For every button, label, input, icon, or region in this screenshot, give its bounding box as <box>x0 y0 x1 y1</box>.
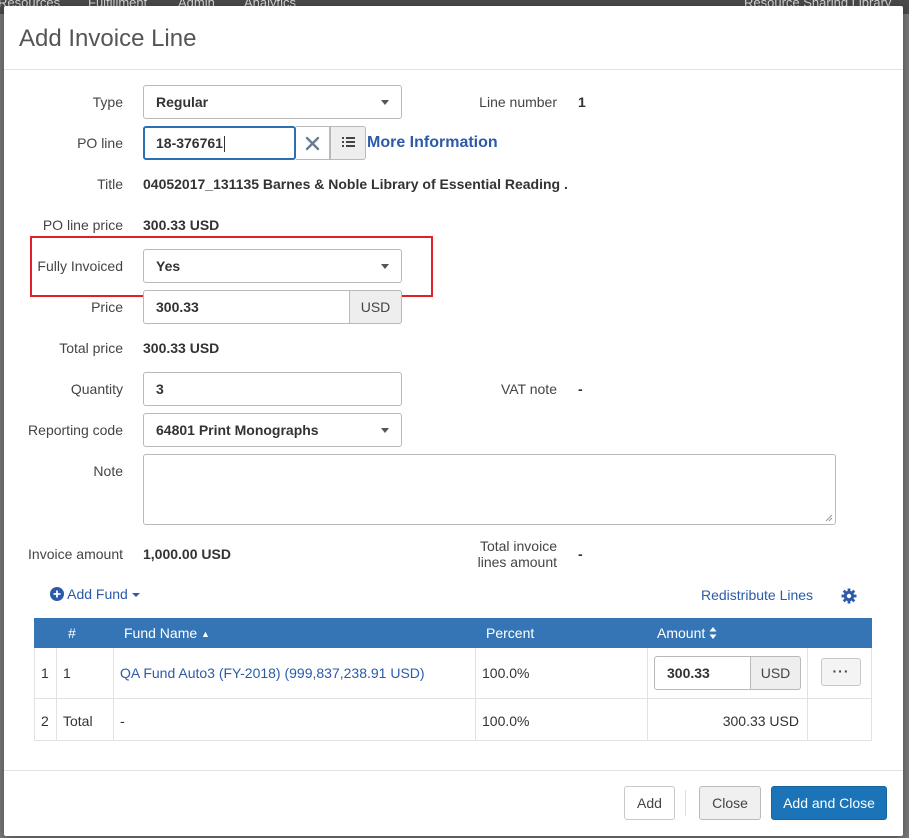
fully-invoiced-select[interactable]: Yes <box>143 249 402 283</box>
po-line-list-button[interactable] <box>330 126 366 160</box>
close-icon <box>305 136 320 151</box>
quantity-input[interactable]: 3 <box>143 372 402 406</box>
row-fund-name: - <box>120 713 125 729</box>
fully-invoiced-value: Yes <box>156 258 181 274</box>
add-button[interactable]: Add <box>624 786 675 820</box>
table-row: 1 1 QA Fund Auto3 (FY-2018) (999,837,238… <box>34 648 872 699</box>
more-information-link[interactable]: More Information <box>367 134 498 152</box>
title-label: Title <box>97 176 123 192</box>
footer-divider <box>4 770 903 771</box>
chevron-down-icon <box>381 100 389 105</box>
row-actions-button[interactable]: ··· <box>821 658 861 686</box>
total-invoice-lines-amount-value: - <box>578 546 583 562</box>
total-invoice-label-line2: lines amount <box>477 554 557 570</box>
row-percent: 100.0% <box>482 665 530 681</box>
invoice-amount-value: 1,000.00 USD <box>143 546 231 562</box>
total-price-label: Total price <box>59 340 123 356</box>
sort-asc-icon: ▲ <box>201 629 210 639</box>
vat-note-label: VAT note <box>500 381 557 397</box>
col-header-amount[interactable]: Amount <box>657 625 717 641</box>
fund-amount-currency: USD <box>750 656 801 690</box>
column-divider <box>475 648 476 698</box>
row-amount: 300.33 USD <box>722 713 799 729</box>
column-divider <box>56 699 57 740</box>
quantity-label: Quantity <box>70 381 123 397</box>
add-invoice-line-dialog: Add Invoice Line Type Regular Line numbe… <box>4 6 903 836</box>
text-cursor <box>223 136 225 153</box>
type-select[interactable]: Regular <box>143 85 402 119</box>
fully-invoiced-label: Fully Invoiced <box>37 258 123 274</box>
sort-icon <box>709 627 717 639</box>
quantity-value: 3 <box>156 381 164 397</box>
column-divider <box>113 699 114 740</box>
total-invoice-lines-amount-label: Total invoice lines amount <box>444 538 557 570</box>
row-index: 1 <box>41 665 49 681</box>
row-index: 2 <box>41 713 49 729</box>
fund-name-header-label: Fund Name <box>124 625 198 641</box>
footer-separator <box>685 790 686 816</box>
col-header-num: # <box>68 625 76 641</box>
chevron-down-icon <box>381 264 389 269</box>
row-percent: 100.0% <box>482 713 530 729</box>
clear-po-line-button[interactable] <box>296 126 330 160</box>
type-value: Regular <box>156 94 209 110</box>
chevron-down-icon <box>381 428 389 433</box>
price-currency-addon: USD <box>349 290 402 324</box>
redistribute-lines-link[interactable]: Redistribute Lines <box>701 587 813 603</box>
add-fund-button[interactable]: Add Fund <box>50 586 140 602</box>
column-divider <box>475 699 476 740</box>
fund-amount-value: 300.33 <box>667 665 710 681</box>
column-divider <box>113 648 114 698</box>
line-number-value: 1 <box>578 94 586 110</box>
type-label: Type <box>92 94 123 110</box>
price-value: 300.33 <box>156 299 199 315</box>
add-and-close-button[interactable]: Add and Close <box>771 786 887 820</box>
total-invoice-label-line1: Total invoice <box>479 538 557 554</box>
price-input[interactable]: 300.33 <box>143 290 350 324</box>
reporting-code-value: 64801 Print Monographs <box>156 422 319 438</box>
row-num: Total <box>63 713 93 729</box>
col-header-fund-name[interactable]: Fund Name ▲ <box>124 625 210 641</box>
list-icon <box>342 137 355 147</box>
dialog-title: Add Invoice Line <box>19 25 197 52</box>
vat-note-value: - <box>578 381 583 397</box>
fund-name-link[interactable]: QA Fund Auto3 (FY-2018) (999,837,238.91 … <box>120 665 425 681</box>
resize-handle-icon[interactable] <box>825 514 833 522</box>
line-number-label: Line number <box>479 94 557 110</box>
add-fund-label: Add Fund <box>67 586 128 602</box>
total-price-value: 300.33 USD <box>143 340 220 356</box>
po-line-price-label: PO line price <box>42 217 123 233</box>
column-divider <box>807 699 808 740</box>
po-line-input[interactable]: 18-376761 <box>143 126 296 160</box>
table-row-total: 2 Total - 100.0% 300.33 USD <box>34 699 872 741</box>
fund-amount-input[interactable]: 300.33 <box>654 656 751 690</box>
price-label: Price <box>91 299 123 315</box>
reporting-code-select[interactable]: 64801 Print Monographs <box>143 413 402 447</box>
table-header: # Fund Name ▲ Percent Amount <box>34 618 872 648</box>
column-divider <box>56 648 57 698</box>
column-divider <box>647 648 648 698</box>
col-header-percent: Percent <box>486 625 535 641</box>
row-num: 1 <box>63 665 71 681</box>
plus-circle-icon <box>50 587 64 601</box>
note-label: Note <box>93 463 123 479</box>
po-line-price-value: 300.33 USD <box>143 217 220 233</box>
po-line-label: PO line <box>77 135 123 151</box>
title-value: 04052017_131135 Barnes & Noble Library o… <box>143 176 568 192</box>
header-divider <box>4 69 903 70</box>
note-textarea[interactable] <box>143 454 836 525</box>
invoice-amount-label: Invoice amount <box>28 546 123 562</box>
reporting-code-label: Reporting code <box>28 422 123 438</box>
amount-header-label: Amount <box>657 625 706 641</box>
close-button[interactable]: Close <box>699 786 761 820</box>
po-line-value: 18-376761 <box>156 135 223 151</box>
gear-icon[interactable] <box>841 588 857 604</box>
chevron-down-icon <box>131 593 140 597</box>
column-divider <box>807 648 808 698</box>
column-divider <box>647 699 648 740</box>
